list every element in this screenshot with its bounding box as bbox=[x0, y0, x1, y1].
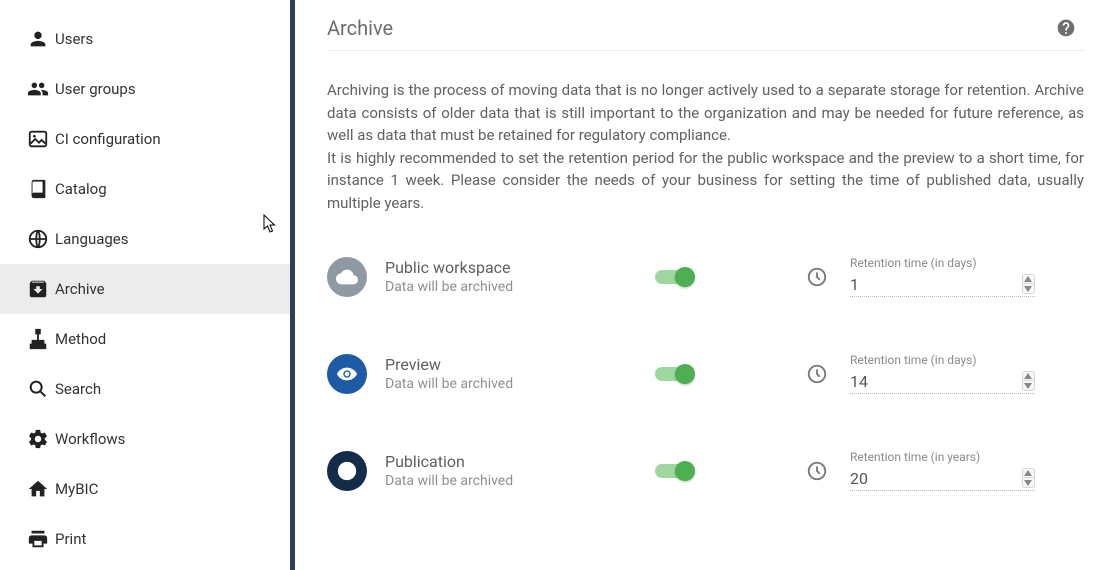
archive-row-public-workspace: Public workspace Data will be archived R… bbox=[327, 256, 1084, 297]
header-divider bbox=[327, 50, 1084, 51]
spinner-up-icon[interactable] bbox=[1023, 372, 1034, 381]
globe-icon bbox=[20, 228, 55, 250]
sidebar-item-search[interactable]: Search bbox=[0, 364, 290, 414]
sidebar-item-print[interactable]: Print bbox=[0, 514, 290, 564]
row-subtitle: Data will be archived bbox=[385, 376, 635, 392]
sidebar-item-label: Workflows bbox=[55, 430, 125, 448]
sidebar-item-label: Archive bbox=[55, 280, 105, 298]
sidebar-item-label: Catalog bbox=[55, 180, 107, 198]
sidebar-item-label: Languages bbox=[55, 230, 129, 248]
number-spinner[interactable] bbox=[1022, 468, 1035, 488]
cloud-icon bbox=[327, 257, 367, 297]
spinner-down-icon[interactable] bbox=[1023, 284, 1034, 293]
retention-label: Retention time (in days) bbox=[850, 256, 1035, 270]
page-title: Archive bbox=[327, 16, 393, 40]
row-title: Public workspace bbox=[385, 258, 635, 277]
sidebar: Users User groups CI configuration Catal… bbox=[0, 0, 295, 570]
archive-toggle-publication[interactable] bbox=[655, 464, 691, 478]
retention-label: Retention time (in years) bbox=[850, 450, 1035, 464]
row-title: Preview bbox=[385, 355, 635, 374]
archive-row-publication: Publication Data will be archived Retent… bbox=[327, 450, 1084, 491]
sidebar-item-label: User groups bbox=[55, 80, 136, 98]
spinner-up-icon[interactable] bbox=[1023, 469, 1034, 478]
main-panel: Archive Archiving is the process of movi… bbox=[295, 0, 1100, 570]
spinner-down-icon[interactable] bbox=[1023, 478, 1034, 487]
sidebar-item-label: CI configuration bbox=[55, 130, 161, 148]
eye-icon bbox=[327, 354, 367, 394]
help-icon[interactable] bbox=[1056, 18, 1076, 38]
archive-toggle-public-workspace[interactable] bbox=[655, 270, 691, 284]
sidebar-item-label: Search bbox=[55, 380, 101, 398]
book-icon bbox=[20, 178, 55, 200]
clock-icon bbox=[806, 460, 828, 482]
spinner-down-icon[interactable] bbox=[1023, 381, 1034, 390]
sidebar-item-label: Print bbox=[55, 530, 86, 548]
person-icon bbox=[20, 28, 55, 50]
home-icon bbox=[20, 478, 55, 500]
clock-icon bbox=[806, 363, 828, 385]
retention-input-publication[interactable] bbox=[850, 469, 1022, 488]
row-subtitle: Data will be archived bbox=[385, 279, 635, 295]
sidebar-item-ci-configuration[interactable]: CI configuration bbox=[0, 114, 290, 164]
intro-text: Archiving is the process of moving data … bbox=[327, 79, 1084, 214]
sidebar-item-method[interactable]: Method bbox=[0, 314, 290, 364]
row-title: Publication bbox=[385, 452, 635, 471]
print-icon bbox=[20, 528, 55, 550]
number-spinner[interactable] bbox=[1022, 274, 1035, 294]
retention-input-preview[interactable] bbox=[850, 372, 1022, 391]
intro-p2: It is highly recommended to set the rete… bbox=[327, 147, 1084, 215]
public-icon bbox=[327, 451, 367, 491]
image-icon bbox=[20, 128, 55, 150]
retention-input-public-workspace[interactable] bbox=[850, 275, 1022, 294]
archive-toggle-preview[interactable] bbox=[655, 367, 691, 381]
sidebar-item-label: Method bbox=[55, 330, 106, 348]
clock-icon bbox=[806, 266, 828, 288]
sidebar-item-label: MyBIC bbox=[55, 480, 98, 498]
number-spinner[interactable] bbox=[1022, 371, 1035, 391]
sidebar-item-languages[interactable]: Languages bbox=[0, 214, 290, 264]
spinner-up-icon[interactable] bbox=[1023, 275, 1034, 284]
people-icon bbox=[20, 78, 55, 100]
sidebar-item-user-groups[interactable]: User groups bbox=[0, 64, 290, 114]
sidebar-item-label: Users bbox=[55, 30, 93, 48]
sitemap-icon bbox=[20, 328, 55, 350]
sidebar-item-users[interactable]: Users bbox=[0, 14, 290, 64]
row-subtitle: Data will be archived bbox=[385, 473, 635, 489]
sidebar-item-catalog[interactable]: Catalog bbox=[0, 164, 290, 214]
archive-icon bbox=[20, 278, 55, 300]
intro-p1: Archiving is the process of moving data … bbox=[327, 79, 1084, 147]
sidebar-item-workflows[interactable]: Workflows bbox=[0, 414, 290, 464]
sidebar-item-archive[interactable]: Archive bbox=[0, 264, 290, 314]
search-icon bbox=[20, 378, 55, 400]
gear-icon bbox=[20, 428, 55, 450]
sidebar-item-mybic[interactable]: MyBIC bbox=[0, 464, 290, 514]
archive-row-preview: Preview Data will be archived Retention … bbox=[327, 353, 1084, 394]
retention-label: Retention time (in days) bbox=[850, 353, 1035, 367]
